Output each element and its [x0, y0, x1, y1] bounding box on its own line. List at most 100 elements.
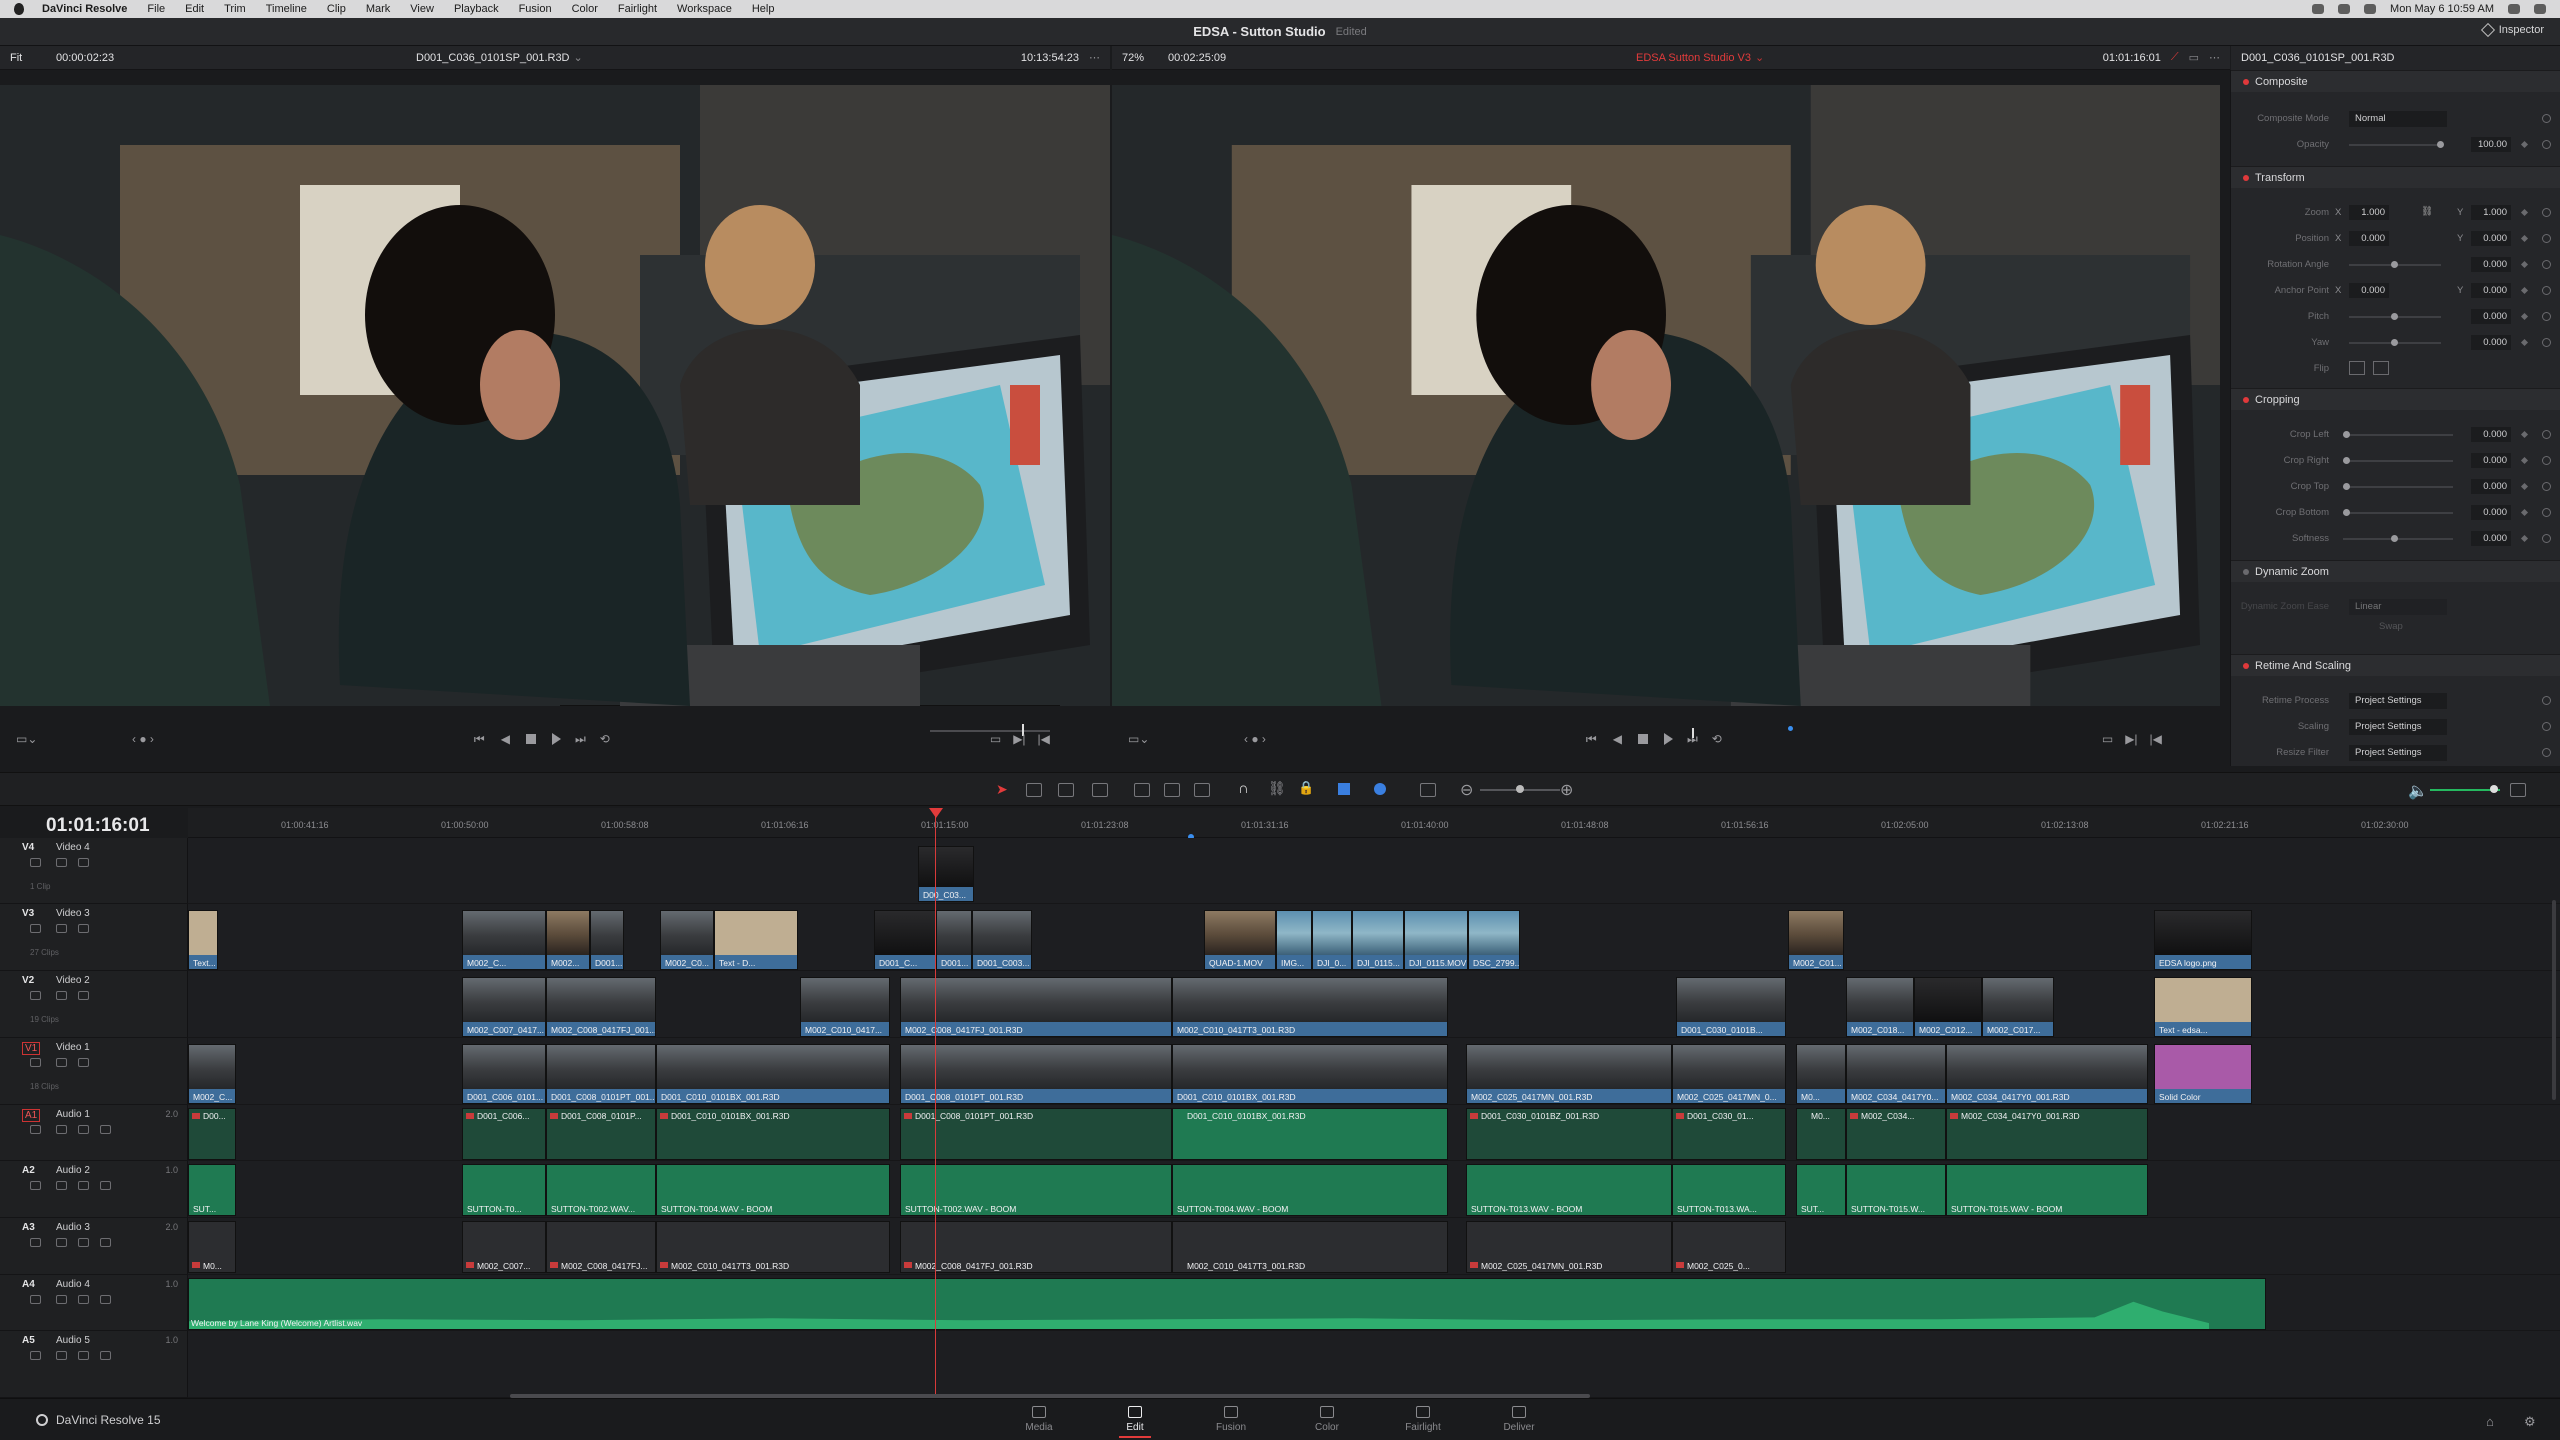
anchor-x-value[interactable]: 0.000 — [2349, 283, 2389, 298]
lock-icon[interactable] — [30, 1351, 41, 1360]
crop-top-value[interactable]: 0.000 — [2471, 479, 2511, 494]
video-clip[interactable]: QUAD-1.MOV — [1204, 910, 1276, 970]
insert-clip-icon[interactable] — [1134, 783, 1150, 797]
audio-clip[interactable]: M002_C008_0417FJ... — [546, 1221, 656, 1273]
source-fit-dropdown[interactable]: Fit — [10, 52, 56, 64]
master-volume-knob[interactable] — [2490, 785, 2498, 793]
page-deliver[interactable]: Deliver — [1489, 1406, 1549, 1433]
linked-selection-icon[interactable]: ⛓ — [1268, 780, 1286, 797]
track-name[interactable]: Video 1 — [56, 1042, 90, 1053]
mark-in-icon[interactable]: ▶| — [2125, 732, 2137, 746]
timeline-ruler[interactable]: 01:00:41:16 01:00:50:00 01:00:58:08 01:0… — [188, 808, 2560, 840]
menu-view[interactable]: View — [410, 3, 434, 15]
loop-icon[interactable]: ⟲ — [600, 732, 610, 746]
mute-icon[interactable] — [100, 1351, 111, 1360]
reset-icon[interactable] — [2542, 722, 2551, 731]
enable-toggle-icon[interactable] — [2243, 663, 2249, 669]
audio-meters-icon[interactable] — [2510, 783, 2526, 797]
softness-slider[interactable] — [2343, 538, 2453, 540]
zoom-out-icon[interactable]: ⊖ — [1460, 780, 1473, 800]
audio-clip[interactable]: D001_C010_0101BX_001.R3D — [1172, 1108, 1448, 1160]
timeline-vertical-scrollbar[interactable] — [2552, 900, 2556, 1100]
audio-clip[interactable]: M002_C007... — [462, 1221, 546, 1273]
auto-select-icon[interactable] — [56, 924, 67, 933]
page-media[interactable]: Media — [1009, 1406, 1069, 1433]
auto-select-icon[interactable] — [56, 1125, 67, 1134]
menubar-clock[interactable]: Mon May 6 10:59 AM — [2390, 3, 2494, 15]
play-icon[interactable] — [551, 733, 561, 745]
resize-filter-select[interactable]: Project Settings — [2349, 745, 2447, 761]
overwrite-clip-icon[interactable] — [1164, 783, 1180, 797]
crop-bottom-knob[interactable] — [2343, 509, 2350, 516]
timeline-playhead[interactable] — [935, 808, 936, 1398]
audio-clip[interactable]: D001_C008_0101P... — [546, 1108, 656, 1160]
timeline-zoom-knob[interactable] — [1516, 785, 1524, 793]
crop-right-value[interactable]: 0.000 — [2471, 453, 2511, 468]
reset-icon[interactable] — [2542, 208, 2551, 217]
audio-clip[interactable]: SUTTON-T004.WAV - BOOM — [656, 1164, 890, 1216]
audio-clip[interactable]: SUTTON-T013.WAV - BOOM — [1466, 1164, 1672, 1216]
reset-icon[interactable] — [2542, 234, 2551, 243]
link-icon[interactable]: ⛓ — [2421, 206, 2433, 217]
track-header-v4[interactable]: V4 Video 4 1 Clip — [0, 838, 188, 904]
speaker-icon[interactable]: 🔈 — [2408, 781, 2428, 801]
solo-icon[interactable] — [78, 1351, 89, 1360]
video-clip[interactable]: M002_C... — [462, 910, 546, 970]
auto-select-icon[interactable] — [56, 1295, 67, 1304]
keyframe-icon[interactable] — [2520, 430, 2529, 439]
audio-clip[interactable]: SUTTON-T004.WAV - BOOM — [1172, 1164, 1448, 1216]
video-clip[interactable]: DJI_0... — [1312, 910, 1352, 970]
replace-clip-icon[interactable] — [1194, 783, 1210, 797]
lock-icon[interactable] — [30, 1295, 41, 1304]
video-clip[interactable]: M002_C034_0417Y0... — [1846, 1044, 1946, 1104]
music-clip[interactable]: Welcome by Lane King (Welcome) Artlist.w… — [188, 1278, 2266, 1330]
jog-wheel-icon[interactable]: ‹ ● › — [132, 732, 154, 746]
menu-mark[interactable]: Mark — [366, 3, 390, 15]
timeline-timecode[interactable]: 01:01:16:01 — [46, 815, 150, 837]
pitch-value[interactable]: 0.000 — [2471, 309, 2511, 324]
video-clip[interactable]: M002_C034_0417Y0_001.R3D — [1946, 1044, 2148, 1104]
mute-icon[interactable] — [100, 1181, 111, 1190]
track-name[interactable]: Video 3 — [56, 908, 90, 919]
reset-icon[interactable] — [2542, 456, 2551, 465]
keyframe-icon[interactable] — [2520, 508, 2529, 517]
pitch-slider-knob[interactable] — [2391, 313, 2398, 320]
airplay-icon[interactable] — [2338, 4, 2351, 14]
track-name[interactable]: Audio 1 — [56, 1109, 90, 1120]
track-visibility-icon[interactable] — [78, 924, 89, 933]
reset-icon[interactable] — [2542, 508, 2551, 517]
video-clip[interactable]: D001_C010_0101BX_001.R3D — [1172, 1044, 1448, 1104]
battery-icon[interactable] — [2364, 4, 2377, 14]
crop-bottom-value[interactable]: 0.000 — [2471, 505, 2511, 520]
keyframe-icon[interactable] — [2520, 456, 2529, 465]
video-clip[interactable]: D001_C006_0101... — [462, 1044, 546, 1104]
skip-to-end-icon[interactable]: ⏭ — [575, 732, 586, 747]
reset-icon[interactable] — [2542, 696, 2551, 705]
notification-center-icon[interactable] — [2534, 4, 2546, 14]
audio-clip[interactable]: M002_C010_0417T3_001.R3D — [1172, 1221, 1448, 1273]
audio-clip[interactable]: M002_C034... — [1846, 1108, 1946, 1160]
enable-toggle-icon[interactable] — [2243, 175, 2249, 181]
track-visibility-icon[interactable] — [78, 991, 89, 1000]
spotlight-icon[interactable] — [2508, 4, 2520, 14]
track-header-v2[interactable]: V2 Video 2 19 Clips — [0, 971, 188, 1038]
reset-icon[interactable] — [2542, 260, 2551, 269]
timeline-view-options-icon[interactable] — [1420, 783, 1436, 797]
audio-clip[interactable]: M002_C010_0417T3_001.R3D — [656, 1221, 890, 1273]
mute-icon[interactable] — [100, 1125, 111, 1134]
video-clip[interactable]: D001_C008_0101PT_001.R3D — [900, 1044, 1172, 1104]
section-cropping[interactable]: Cropping — [2231, 388, 2560, 410]
crop-top-knob[interactable] — [2343, 483, 2350, 490]
keyframe-icon[interactable] — [2520, 234, 2529, 243]
video-clip[interactable]: DJI_0115.MOV — [1404, 910, 1468, 970]
crop-right-slider[interactable] — [2343, 460, 2453, 462]
audio-clip[interactable]: D00... — [188, 1108, 236, 1160]
track-name[interactable]: Video 2 — [56, 975, 90, 986]
page-color[interactable]: Color — [1297, 1406, 1357, 1433]
track-name[interactable]: Audio 5 — [56, 1335, 90, 1346]
settings-gear-icon[interactable]: ⚙ — [2524, 1414, 2536, 1430]
video-clip[interactable]: M002_C0... — [660, 910, 714, 970]
rotation-slider-knob[interactable] — [2391, 261, 2398, 268]
video-clip[interactable]: M0... — [1796, 1044, 1846, 1104]
audio-clip[interactable]: D001_C030_0101BZ_001.R3D — [1466, 1108, 1672, 1160]
